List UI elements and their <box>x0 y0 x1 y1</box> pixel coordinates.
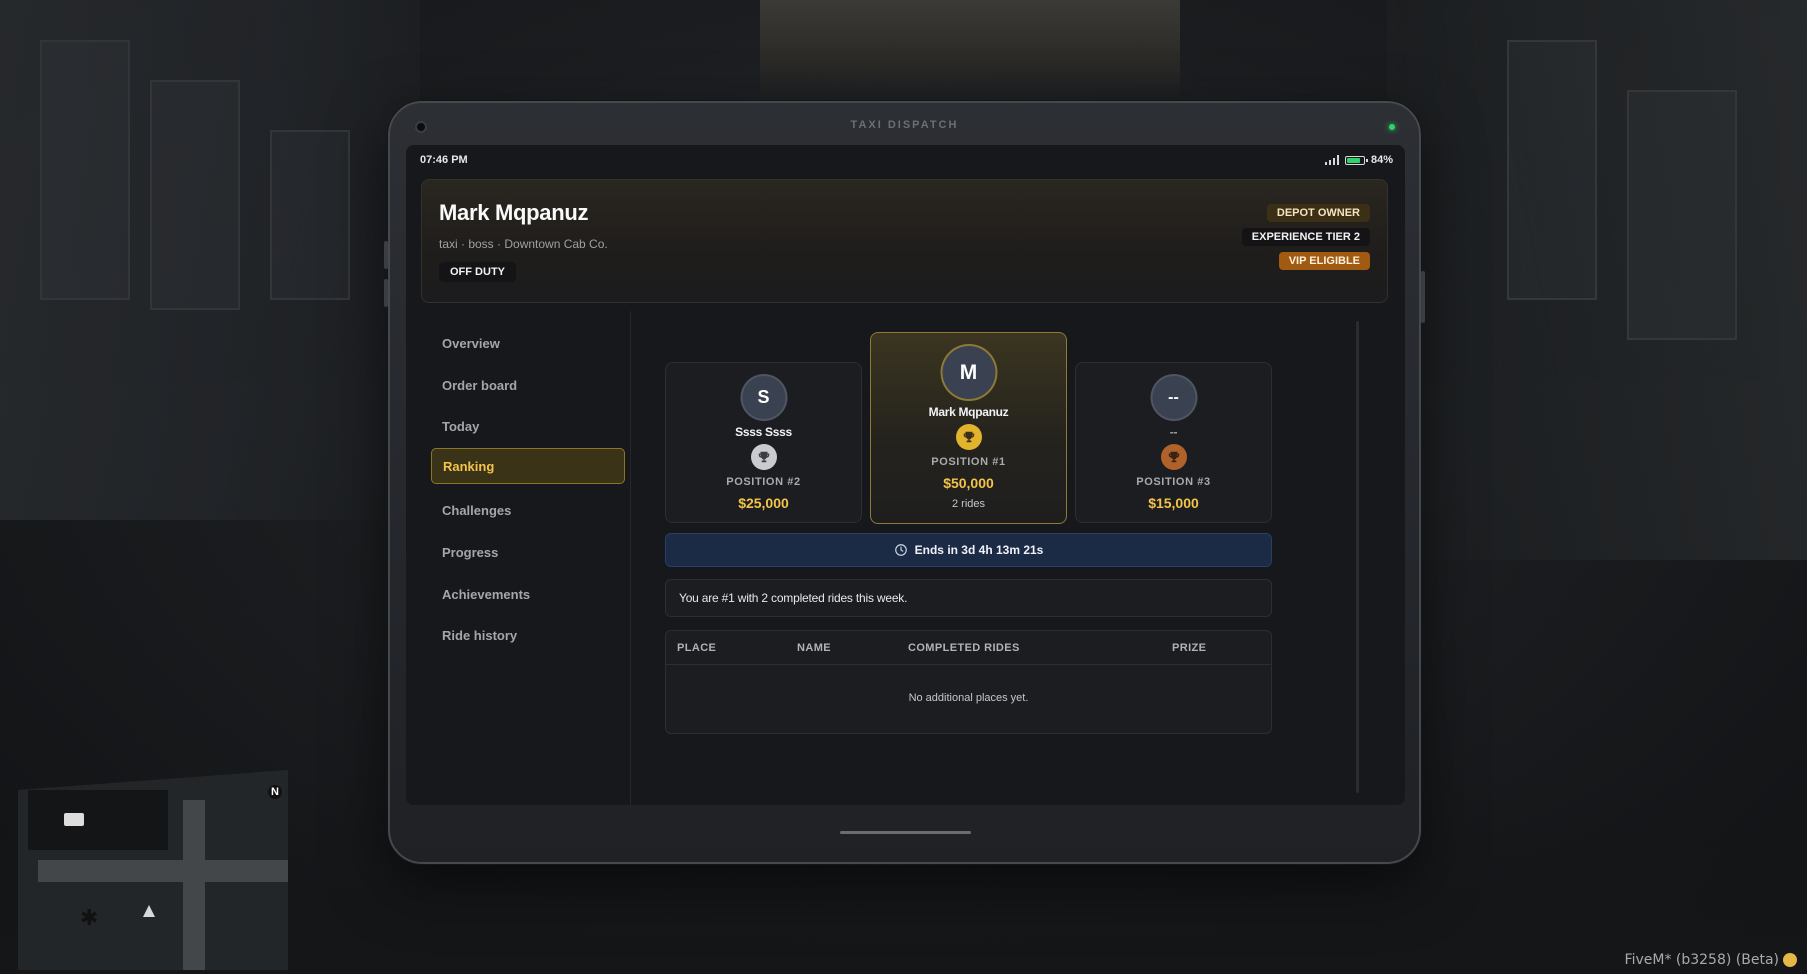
briefcase-icon <box>64 813 84 826</box>
trophy-bronze-icon <box>1160 444 1187 470</box>
countdown-banner: Ends in 3d 4h 13m 21s <box>665 533 1272 567</box>
podium-position: POSITION #2 <box>726 476 801 488</box>
sidebar-item-ranking[interactable]: Ranking <box>431 448 625 484</box>
sidebar-item-overview[interactable]: Overview <box>431 323 625 363</box>
ranking-table: PLACE NAME COMPLETED RIDES PRIZE No addi… <box>665 630 1272 734</box>
sidebar-item-today[interactable]: Today <box>431 406 625 446</box>
profile-badges: DEPOT OWNER EXPERIENCE TIER 2 VIP ELIGIB… <box>1241 204 1370 270</box>
column-header-completed-rides: COMPLETED RIDES <box>908 642 1020 654</box>
minimap-road <box>38 860 288 882</box>
podium-rides: 2 rides <box>951 498 986 510</box>
countdown-text: Ends in 3d 4h 13m 21s <box>914 543 1044 557</box>
trophy-silver-icon <box>750 444 777 470</box>
podium-prize: $50,000 <box>943 475 994 491</box>
background-window <box>270 130 350 300</box>
background-window <box>40 40 130 300</box>
fivem-version-text: FiveM* (b3258) (Beta) <box>1624 952 1779 968</box>
column-header-place: PLACE <box>677 642 717 654</box>
background-window <box>1627 90 1737 340</box>
podium-position: POSITION #3 <box>1136 476 1211 488</box>
tablet-side-button <box>384 279 388 307</box>
column-header-name: NAME <box>797 642 831 654</box>
experience-tier-badge: EXPERIENCE TIER 2 <box>1241 228 1370 246</box>
player-arrow-icon <box>143 905 155 917</box>
table-header: PLACE NAME COMPLETED RIDES PRIZE <box>666 631 1271 665</box>
background-lit-building <box>760 0 1180 100</box>
tablet-side-button <box>384 241 388 269</box>
sidebar-item-challenges[interactable]: Challenges <box>431 490 625 530</box>
clock-time: 07:46 PM <box>420 154 468 166</box>
minimap-block <box>28 790 168 850</box>
avatar: S <box>742 376 785 419</box>
sidebar-item-order-board[interactable]: Order board <box>431 365 625 405</box>
table-empty-state: No additional places yet. <box>908 692 1029 704</box>
background-building-left <box>0 0 420 520</box>
home-indicator[interactable] <box>840 831 971 834</box>
tablet-side-button <box>1421 271 1425 323</box>
podium-prize: $25,000 <box>738 495 789 511</box>
profile-subtitle: taxi · boss · Downtown Cab Co. <box>439 237 608 251</box>
trophy-gold-icon <box>955 424 982 450</box>
podium-name: Ssss Ssss <box>735 425 792 439</box>
vip-eligible-badge: VIP ELIGIBLE <box>1278 252 1370 270</box>
minimap-road <box>183 800 205 970</box>
duty-status-badge: OFF DUTY <box>439 262 516 282</box>
podium-name: -- <box>1169 425 1178 439</box>
background-window <box>150 80 240 310</box>
sidebar-item-achievements[interactable]: Achievements <box>431 574 625 614</box>
avatar: -- <box>1152 376 1195 419</box>
status-bar: 07:46 PM 84% <box>406 145 1405 175</box>
minimap <box>18 770 288 970</box>
signal-icon <box>1324 155 1339 165</box>
avatar: M <box>942 346 995 399</box>
status-led-icon <box>1389 124 1395 130</box>
podium-card-second: S Ssss Ssss POSITION #2 $25,000 <box>665 362 862 523</box>
sidebar-item-progress[interactable]: Progress <box>431 532 625 572</box>
sidebar-nav: Overview Order board Today Ranking Chall… <box>421 311 631 805</box>
battery-icon <box>1344 155 1368 165</box>
podium-card-first: M Mark Mqpanuz POSITION #1 $50,000 2 rid… <box>870 332 1067 524</box>
status-indicators: 84% <box>1324 154 1393 166</box>
tablet-screen: 07:46 PM 84% Mark Mqpanuz taxi · boss · … <box>406 145 1405 805</box>
clock-icon <box>894 544 907 556</box>
podium-prize: $15,000 <box>1148 495 1199 511</box>
tablet-frame: TAXI DISPATCH 07:46 PM 84% Mark Mqpanuz … <box>384 101 1425 864</box>
profile-card: Mark Mqpanuz taxi · boss · Downtown Cab … <box>421 179 1388 303</box>
north-indicator: N <box>268 785 282 799</box>
podium-card-third: -- -- POSITION #3 $15,000 <box>1075 362 1272 523</box>
fivem-logo-icon <box>1783 953 1797 967</box>
rank-summary: You are #1 with 2 completed rides this w… <box>665 579 1272 617</box>
podium-name: Mark Mqpanuz <box>928 405 1009 419</box>
column-header-prize: PRIZE <box>1172 642 1207 654</box>
profile-name: Mark Mqpanuz <box>439 200 589 225</box>
ranking-panel: S Ssss Ssss POSITION #2 $25,000 M Mark M… <box>645 311 1375 805</box>
background-window <box>1507 40 1597 300</box>
depot-owner-badge: DEPOT OWNER <box>1266 204 1370 222</box>
blip-icon: ✱ <box>80 905 99 930</box>
sidebar-item-ride-history[interactable]: Ride history <box>431 615 625 655</box>
background-building-right <box>1387 0 1807 560</box>
battery-percent: 84% <box>1370 154 1393 166</box>
podium-position: POSITION #1 <box>931 456 1006 468</box>
tablet-brand: TAXI DISPATCH <box>850 119 959 131</box>
fivem-version-label: FiveM* (b3258) (Beta) <box>1625 952 1797 968</box>
scrollbar[interactable] <box>1356 321 1359 793</box>
